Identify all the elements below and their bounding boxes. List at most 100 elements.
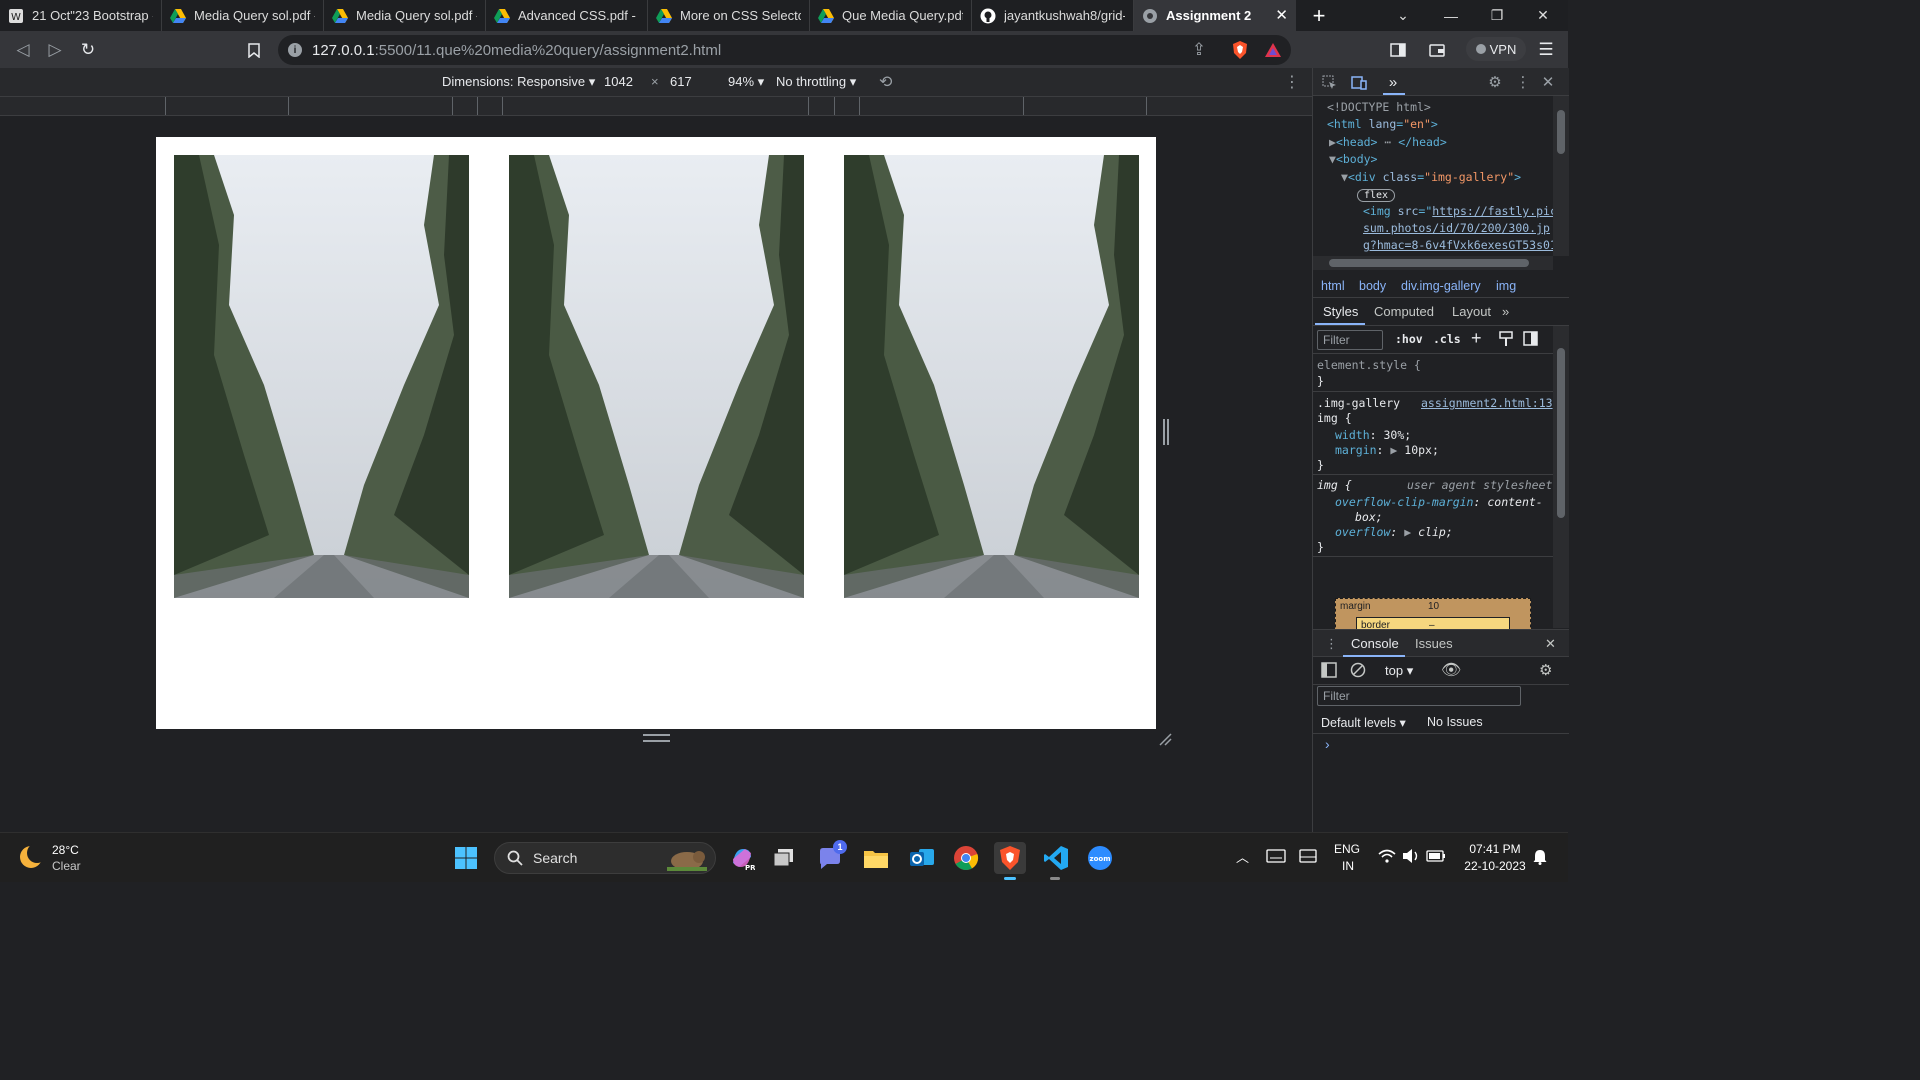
- computed-sidebar-icon[interactable]: [1523, 331, 1538, 349]
- more-options-icon[interactable]: ⋮: [1284, 72, 1300, 92]
- volume-icon[interactable]: [1402, 848, 1420, 869]
- tab-search-chevron-icon[interactable]: ⌄: [1380, 0, 1426, 31]
- clock-time[interactable]: 07:41 PM: [1460, 842, 1530, 856]
- back-icon[interactable]: ◁: [12, 39, 34, 61]
- share-icon[interactable]: ⇪: [1188, 39, 1210, 61]
- weather-moon-icon[interactable]: [18, 843, 47, 875]
- viewport-resize-handle-corner[interactable]: [1158, 732, 1172, 746]
- console-prompt-icon[interactable]: ›: [1325, 736, 1330, 752]
- more-tabs-icon[interactable]: »: [1383, 72, 1403, 92]
- close-drawer-icon[interactable]: ✕: [1545, 636, 1556, 652]
- dimensions-dropdown[interactable]: Dimensions: Responsive ▾: [442, 74, 595, 90]
- brave-rewards-icon[interactable]: [1262, 39, 1284, 61]
- wifi-icon[interactable]: [1378, 849, 1396, 866]
- settings-gear-icon[interactable]: ⚙: [1485, 72, 1505, 92]
- copilot-icon[interactable]: PRE: [726, 842, 758, 874]
- rule-source-link[interactable]: assignment2.html:13: [1421, 396, 1553, 410]
- show-hidden-icons-chevron-icon[interactable]: ︿: [1236, 847, 1249, 866]
- teams-chat-icon[interactable]: 1: [814, 840, 847, 874]
- rule-selector[interactable]: img {: [1317, 478, 1352, 492]
- browser-tab-active[interactable]: Assignment 2 ✕: [1134, 0, 1296, 31]
- maximize-icon[interactable]: ❐: [1474, 0, 1520, 31]
- windows-start-icon[interactable]: [450, 842, 482, 874]
- tab-issues[interactable]: Issues: [1415, 636, 1453, 651]
- img-node[interactable]: <img src="https://fastly.pic: [1363, 204, 1557, 218]
- body-node[interactable]: ▼<body>: [1329, 152, 1377, 166]
- browser-tab[interactable]: Media Query sol.pdf - G: [162, 0, 324, 31]
- breadcrumb-html[interactable]: html: [1321, 279, 1345, 293]
- browser-tab[interactable]: jayantkushwah8/grid-i: [972, 0, 1134, 31]
- weather-desc[interactable]: Clear: [52, 859, 81, 873]
- browser-tab[interactable]: Que Media Query.pdf: [810, 0, 972, 31]
- new-tab-icon[interactable]: +: [1296, 0, 1342, 31]
- console-filter-input[interactable]: Filter: [1317, 686, 1521, 706]
- elements-scrollbar[interactable]: [1553, 96, 1569, 256]
- inspect-element-icon[interactable]: [1319, 72, 1339, 92]
- language-in[interactable]: IN: [1342, 859, 1354, 873]
- overflow-declaration[interactable]: overflow: ▶ clip;: [1335, 525, 1453, 539]
- bookmark-icon[interactable]: [243, 39, 265, 61]
- margin-declaration[interactable]: margin: ▶ 10px;: [1335, 443, 1439, 457]
- gallery-image[interactable]: [174, 155, 469, 598]
- vpn-button[interactable]: VPN: [1466, 37, 1526, 61]
- live-expression-eye-icon[interactable]: 👁: [1441, 660, 1461, 680]
- close-devtools-icon[interactable]: ✕: [1538, 72, 1558, 92]
- browser-tab[interactable]: More on CSS Selector G: [648, 0, 810, 31]
- rotate-icon[interactable]: ⟲: [879, 72, 892, 92]
- width-input[interactable]: 1042: [604, 74, 633, 89]
- browser-tab[interactable]: Advanced CSS.pdf - Go: [486, 0, 648, 31]
- head-node[interactable]: ▶<head> ⋯ </head>: [1329, 135, 1447, 149]
- viewport-resize-handle-bottom[interactable]: [643, 734, 670, 742]
- clear-console-icon[interactable]: [1350, 662, 1366, 681]
- address-bar[interactable]: i 127.0.0.1:5500/11.que%20media%20query/…: [278, 35, 1291, 65]
- default-levels-dropdown[interactable]: Default levels ▾: [1321, 715, 1406, 730]
- styles-filter-input[interactable]: Filter: [1317, 330, 1383, 350]
- site-info-icon[interactable]: i: [288, 43, 302, 57]
- more-subtabs-icon[interactable]: »: [1502, 304, 1509, 319]
- touchpad-icon[interactable]: [1299, 849, 1317, 868]
- breadcrumb-body[interactable]: body: [1359, 279, 1386, 293]
- cls-toggle[interactable]: .cls: [1433, 332, 1461, 346]
- gallery-image[interactable]: [844, 155, 1139, 598]
- devtools-menu-icon[interactable]: ⋮: [1513, 72, 1533, 92]
- browser-tab[interactable]: Media Query sol.pdf - G: [324, 0, 486, 31]
- brave-shields-icon[interactable]: [1229, 39, 1251, 61]
- paint-icon[interactable]: [1499, 331, 1513, 350]
- context-selector[interactable]: top ▾: [1385, 663, 1413, 679]
- breadcrumb-img[interactable]: img: [1496, 279, 1516, 293]
- minimize-icon[interactable]: —: [1428, 0, 1474, 31]
- close-tab-icon[interactable]: ✕: [1275, 6, 1288, 24]
- weather-temp[interactable]: 28°C: [52, 843, 79, 857]
- close-window-icon[interactable]: ✕: [1520, 0, 1566, 31]
- zoom-icon[interactable]: zoom: [1084, 842, 1116, 874]
- img-gallery-node[interactable]: ▼<div class="img-gallery">: [1341, 170, 1521, 184]
- console-settings-gear-icon[interactable]: ⚙: [1539, 661, 1552, 679]
- reload-icon[interactable]: ↻: [77, 39, 99, 61]
- ellipsis-icon[interactable]: ⋯: [1384, 135, 1391, 149]
- file-explorer-icon[interactable]: [860, 842, 892, 874]
- tab-layout[interactable]: Layout: [1452, 304, 1491, 319]
- battery-icon[interactable]: [1426, 849, 1446, 868]
- width-declaration[interactable]: width: 30%;: [1335, 428, 1411, 442]
- breadcrumb-div[interactable]: div.img-gallery: [1401, 279, 1481, 293]
- rule-selector[interactable]: img {: [1317, 411, 1352, 425]
- vscode-icon[interactable]: [1040, 842, 1072, 874]
- wallet-icon[interactable]: [1426, 39, 1448, 61]
- brave-browser-icon[interactable]: [994, 842, 1026, 874]
- device-toggle-icon[interactable]: [1349, 72, 1369, 92]
- rule-selector[interactable]: .img-gallery: [1317, 396, 1400, 410]
- sidebar-icon[interactable]: [1387, 39, 1409, 61]
- tab-console[interactable]: Console: [1351, 636, 1399, 651]
- keyboard-icon[interactable]: [1266, 849, 1286, 868]
- clock-date[interactable]: 22-10-2023: [1460, 859, 1530, 873]
- taskbar-search[interactable]: Search: [494, 842, 716, 874]
- throttling-dropdown[interactable]: No throttling ▾: [776, 74, 856, 90]
- language-eng[interactable]: ENG: [1334, 842, 1360, 856]
- styles-scrollbar[interactable]: [1553, 326, 1569, 628]
- overflow-clip-margin-declaration[interactable]: overflow-clip-margin: content-: [1335, 495, 1543, 509]
- viewport-resize-handle-right[interactable]: [1163, 419, 1169, 445]
- task-view-icon[interactable]: [768, 842, 800, 874]
- html-node[interactable]: <html lang="en">: [1327, 117, 1438, 131]
- elements-horizontal-scrollbar[interactable]: [1313, 256, 1553, 270]
- forward-icon[interactable]: ▷: [44, 39, 66, 61]
